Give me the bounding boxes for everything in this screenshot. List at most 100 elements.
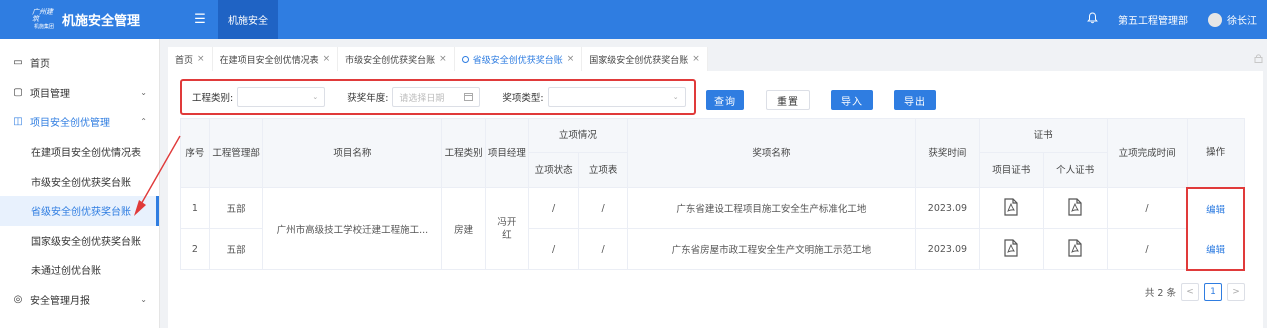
close-icon[interactable]: × [692, 54, 700, 64]
shield-icon: ◫ [13, 116, 23, 128]
cell-approval-status: / [527, 228, 580, 270]
sidebar-item-monthly-report[interactable]: ◎ 安全管理月报 ⌄ [0, 285, 159, 315]
sidebar-item-home[interactable]: ▭ 首页 [0, 48, 159, 78]
header-cert-group: 证书 [978, 118, 1108, 153]
close-icon[interactable]: × [567, 54, 575, 64]
bell-icon[interactable] [1087, 12, 1098, 27]
active-dot-icon [461, 55, 469, 63]
sidebar: ▭ 首页 ▢ 项目管理 ⌄ ◫ 项目安全创优管理 ⌃ 在建项目安全创优情况表 市… [0, 39, 160, 328]
header-project-type: 工程类别 [441, 118, 486, 188]
sidebar-subitem-label: 省级安全创优获奖台账 [31, 207, 131, 219]
lock-icon[interactable] [1251, 53, 1265, 66]
tab-province-awards[interactable]: 省级安全创优获奖台账 × [454, 47, 583, 71]
tab-in-progress[interactable]: 在建项目安全创优情况表 × [212, 47, 339, 71]
tab-label: 市级安全创优获奖台账 [345, 55, 436, 66]
cell-seq: 1 [180, 187, 210, 229]
cell-operation: 编辑 [1186, 228, 1245, 271]
cell-award-time: 2023.09 [915, 187, 980, 229]
cell-project-cert [978, 187, 1044, 229]
sidebar-item-label: 项目安全创优管理 [30, 118, 110, 130]
next-page-button[interactable]: > [1227, 283, 1245, 301]
award-type-select[interactable]: ⌄ [547, 87, 686, 107]
award-year-placeholder: 请选择日期 [399, 93, 445, 104]
table-header-row: 序号 工程管理部 项目名称 工程类别 项目经理 立项情况 奖项名称 获奖时间 证… [180, 118, 1245, 188]
tab-national-awards[interactable]: 国家级安全创优获奖台账 × [582, 47, 708, 71]
award-year-label: 获奖年度: [347, 93, 389, 104]
cell-manager: 冯开红 [484, 187, 529, 270]
top-right-area: 第五工程管理部 徐长江 [1087, 12, 1267, 27]
report-icon: ◎ [13, 294, 23, 306]
pdf-file-icon[interactable] [1004, 197, 1018, 216]
project-type-select[interactable]: ⌄ [237, 87, 326, 107]
logo-area: 广州建筑 机施集团 机施安全管理 [0, 0, 160, 39]
sidebar-subitem-national-awards[interactable]: 国家级安全创优获奖台账 [0, 226, 159, 256]
sidebar-subitem-label: 在建项目安全创优情况表 [31, 148, 141, 160]
reset-button[interactable]: 重置 [766, 90, 810, 110]
cell-approval-status: / [527, 187, 580, 229]
pdf-file-icon[interactable] [1068, 197, 1082, 216]
award-type-label: 奖项类型: [502, 93, 544, 104]
logo-text-top: 广州建筑 [32, 8, 53, 23]
page-number-button[interactable]: 1 [1204, 283, 1222, 301]
user-name[interactable]: 徐长江 [1227, 12, 1257, 27]
home-icon: ▭ [13, 57, 23, 69]
user-menu[interactable]: 徐长江 [1208, 12, 1257, 27]
menu-toggle-icon[interactable]: ☰ [185, 12, 215, 27]
sidebar-subitem-city-awards[interactable]: 市级安全创优获奖台账 [0, 166, 159, 196]
tab-label: 省级安全创优获奖台账 [472, 55, 563, 66]
chevron-up-icon: ⌃ [140, 117, 147, 127]
sidebar-subitem-label: 未通过创优台账 [31, 266, 101, 278]
total-count: 共 2 条 [1144, 288, 1176, 299]
top-nav-item[interactable]: 机施安全 [218, 0, 278, 39]
project-type-label: 工程类别: [192, 93, 234, 104]
edit-link[interactable]: 编辑 [1206, 205, 1225, 216]
tab-city-awards[interactable]: 市级安全创优获奖台账 × [338, 47, 455, 71]
tab-label: 在建项目安全创优情况表 [219, 55, 319, 66]
filter-area: 工程类别: ⌄ 获奖年度: 请选择日期 奖项类型: ⌄ [180, 79, 696, 115]
top-bar: 广州建筑 机施集团 机施安全管理 ☰ 机施安全 第五工程管理部 徐长江 [0, 0, 1267, 39]
cell-operation: 编辑 [1186, 186, 1245, 229]
close-icon[interactable]: × [323, 54, 331, 64]
close-icon[interactable]: × [439, 54, 447, 64]
header-award-time: 获奖时间 [915, 118, 980, 188]
avatar[interactable] [1208, 12, 1222, 27]
sidebar-subitem-label: 市级安全创优获奖台账 [31, 177, 131, 189]
header-award-name: 奖项名称 [626, 118, 917, 188]
pdf-file-icon[interactable] [1004, 238, 1018, 257]
tabs-bar: 首页 × 在建项目安全创优情况表 × 市级安全创优获奖台账 × 省级安全创优获奖… [168, 47, 1267, 71]
sidebar-item-label: 项目管理 [30, 88, 70, 100]
cell-dept: 五部 [208, 187, 264, 229]
logo-text-bottom: 机施集团 [33, 24, 54, 30]
cell-award-name: 广东省建设工程项目施工安全生产标准化工地 [626, 187, 917, 229]
header-approval-group: 立项情况 [527, 118, 628, 153]
cell-project-type: 房建 [441, 187, 486, 270]
cell-seq: 2 [180, 228, 210, 270]
query-button[interactable]: 查询 [706, 90, 744, 110]
edit-link[interactable]: 编辑 [1206, 245, 1225, 256]
folder-icon: ▢ [13, 86, 23, 98]
header-completion-time: 立项完成时间 [1106, 118, 1188, 188]
import-button[interactable]: 导入 [831, 90, 873, 110]
sidebar-item-label: 安全管理月报 [30, 296, 90, 308]
tab-label: 国家级安全创优获奖台账 [589, 55, 689, 66]
export-button[interactable]: 导出 [894, 90, 936, 110]
tab-label: 首页 [175, 55, 194, 66]
award-year-picker[interactable]: 请选择日期 [392, 87, 481, 107]
department-label[interactable]: 第五工程管理部 [1118, 12, 1188, 27]
header-approval-status: 立项状态 [527, 152, 580, 188]
cell-award-name: 广东省房屋市政工程安全生产文明施工示范工地 [626, 228, 917, 270]
sidebar-subitem-province-awards[interactable]: 省级安全创优获奖台账 [0, 195, 159, 226]
sidebar-item-project-management[interactable]: ▢ 项目管理 ⌄ [0, 78, 159, 108]
pdf-file-icon[interactable] [1068, 238, 1082, 257]
sidebar-subitem-in-progress[interactable]: 在建项目安全创优情况表 [0, 137, 159, 167]
prev-page-button[interactable]: < [1181, 283, 1199, 301]
header-operation: 操作 [1186, 118, 1245, 188]
cell-approval-form: / [578, 228, 628, 270]
table-row: 1 五部 广州市高级技工学校迁建工程施工... 房建 冯开红 / / 广东省建设… [180, 186, 1245, 270]
chevron-down-icon: ⌄ [312, 93, 319, 101]
sidebar-item-safety-excellence[interactable]: ◫ 项目安全创优管理 ⌃ [0, 107, 159, 137]
close-icon[interactable]: × [197, 54, 205, 64]
sidebar-subitem-failed[interactable]: 未通过创优台账 [0, 255, 159, 285]
header-project-name: 项目名称 [262, 118, 443, 188]
tab-home[interactable]: 首页 × [168, 47, 213, 71]
